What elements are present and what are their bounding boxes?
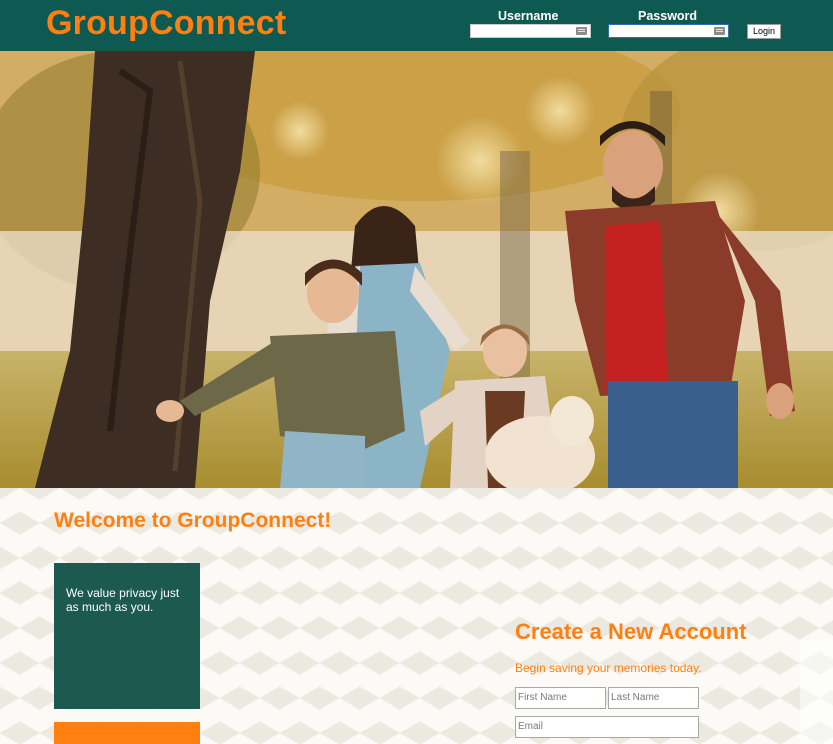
privacy-panel: We value privacy just as much as you. (54, 563, 200, 709)
orange-panel (54, 722, 200, 744)
login-button[interactable]: Login (747, 24, 781, 39)
side-overlay (800, 640, 833, 744)
create-account-subtitle: Begin saving your memories today. (515, 661, 702, 675)
family-photo-illustration (0, 51, 833, 488)
hero-family-photo (0, 51, 833, 488)
keyboard-icon[interactable] (714, 27, 725, 35)
last-name-input[interactable]: Last Name (608, 687, 699, 709)
welcome-title: Welcome to GroupConnect! (54, 509, 332, 532)
username-input[interactable] (470, 24, 591, 38)
brand-logo[interactable]: GroupConnect (46, 3, 286, 43)
password-input[interactable] (608, 24, 729, 38)
create-account-title: Create a New Account (515, 619, 747, 644)
privacy-text: We value privacy just as much as you. (66, 586, 180, 614)
first-name-input[interactable]: First Name (515, 687, 606, 709)
keyboard-icon[interactable] (576, 27, 587, 35)
password-label: Password (638, 9, 698, 23)
email-input[interactable]: Email (515, 716, 699, 738)
username-label: Username (498, 9, 559, 23)
header-bar: GroupConnect Username Password Login (0, 0, 833, 51)
